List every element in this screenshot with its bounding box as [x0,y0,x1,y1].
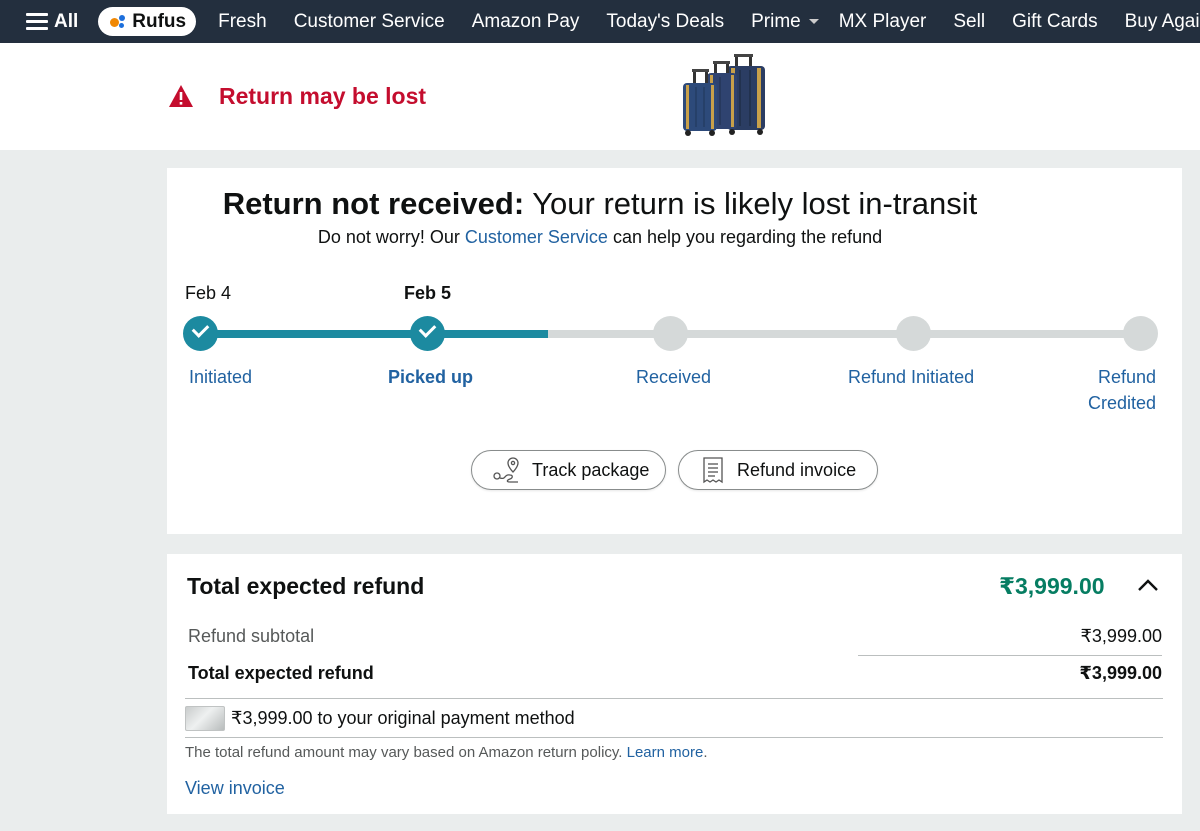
track-package-label: Track package [532,459,650,480]
learn-more-link[interactable]: Learn more [627,744,704,761]
refund-subtotal-label: Refund subtotal [188,626,315,646]
product-image[interactable] [677,52,769,138]
subline-text-before: Do not worry! Our [317,227,465,247]
rufus-logo-icon [108,14,128,30]
customer-service-link[interactable]: Customer Service [465,227,608,247]
nav-link-amazon-pay[interactable]: Amazon Pay [472,11,580,33]
step-dot-initiated [183,316,218,351]
refund-summary-title: Total expected refund [187,573,425,599]
refund-credited-line1: Refund [1097,367,1156,387]
total-refund-value: ₹3,999.00 [1079,663,1162,683]
subline-text-after: can help you regarding the refund [607,227,883,247]
status-subline: Do not worry! Our Customer Service can h… [0,227,1200,248]
step-dot-picked-up [410,316,445,351]
hamburger-icon [26,13,48,30]
all-menu-button[interactable]: All [0,11,78,33]
headline-rest: Your return is likely lost in-transit [524,186,978,221]
step-label-initiated: Initiated [189,367,253,387]
subtotal-divider [858,655,1162,656]
total-refund-label: Total expected refund [188,663,374,683]
top-nav-bar: All Rufus Fresh Customer Service Amazon … [0,0,1200,43]
credit-card-icon [185,706,225,731]
step-dot-received [653,316,688,351]
chevron-up-icon[interactable] [1137,578,1159,592]
step-date-picked-up: Feb 5 [404,283,452,303]
total-divider [185,698,1163,699]
refund-invoice-label: Refund invoice [737,459,857,480]
headline-bold: Return not received: [222,186,525,221]
nav-link-todays-deals[interactable]: Today's Deals [606,11,724,33]
status-headline: Return not received: Your return is like… [0,186,1200,222]
step-dot-refund-initiated [896,316,931,351]
refund-summary-amount: ₹3,999.00 [999,573,1105,599]
payment-method-text: ₹3,999.00 to your original payment metho… [231,708,575,728]
step-date-initiated: Feb 4 [185,283,232,303]
step-dot-refund-credited [1123,316,1158,351]
rufus-label: Rufus [132,10,187,32]
view-invoice-link[interactable]: View invoice [185,778,285,799]
warning-icon [169,85,193,107]
refund-credited-line2: Credited [1087,393,1156,413]
chevron-down-icon [808,19,819,24]
payment-divider [185,737,1163,738]
track-package-button[interactable]: Track package [471,450,666,490]
nav-link-gift-cards[interactable]: Gift Cards [1012,11,1098,33]
step-label-received: Received [636,367,712,387]
map-pin-route-icon [492,456,522,484]
nav-link-prime[interactable]: Prime [751,11,819,33]
receipt-icon [699,456,727,484]
nav-link-fresh[interactable]: Fresh [218,11,267,33]
progress-fill [200,330,548,338]
step-label-refund-credited: Refund Credited [1060,364,1156,416]
refund-subtotal-value: ₹3,999.00 [1080,626,1162,646]
nav-link-buy-again[interactable]: Buy Again [1125,11,1200,33]
nav-link-mx-player[interactable]: MX Player [839,11,927,33]
return-status-card [167,168,1182,534]
policy-text: The total refund amount may vary based o… [185,744,627,761]
prime-label: Prime [751,10,801,32]
all-menu-label: All [54,10,79,32]
step-label-picked-up: Picked up [388,367,474,387]
nav-link-sell[interactable]: Sell [953,11,985,33]
refund-policy-note: The total refund amount may vary based o… [185,744,708,761]
return-lost-title: Return may be lost [219,83,427,109]
rufus-button[interactable]: Rufus [98,7,197,36]
refund-invoice-button[interactable]: Refund invoice [678,450,878,490]
policy-end: . [703,744,708,761]
step-label-refund-initiated: Refund Initiated [848,367,975,387]
nav-link-customer-service[interactable]: Customer Service [294,11,445,33]
